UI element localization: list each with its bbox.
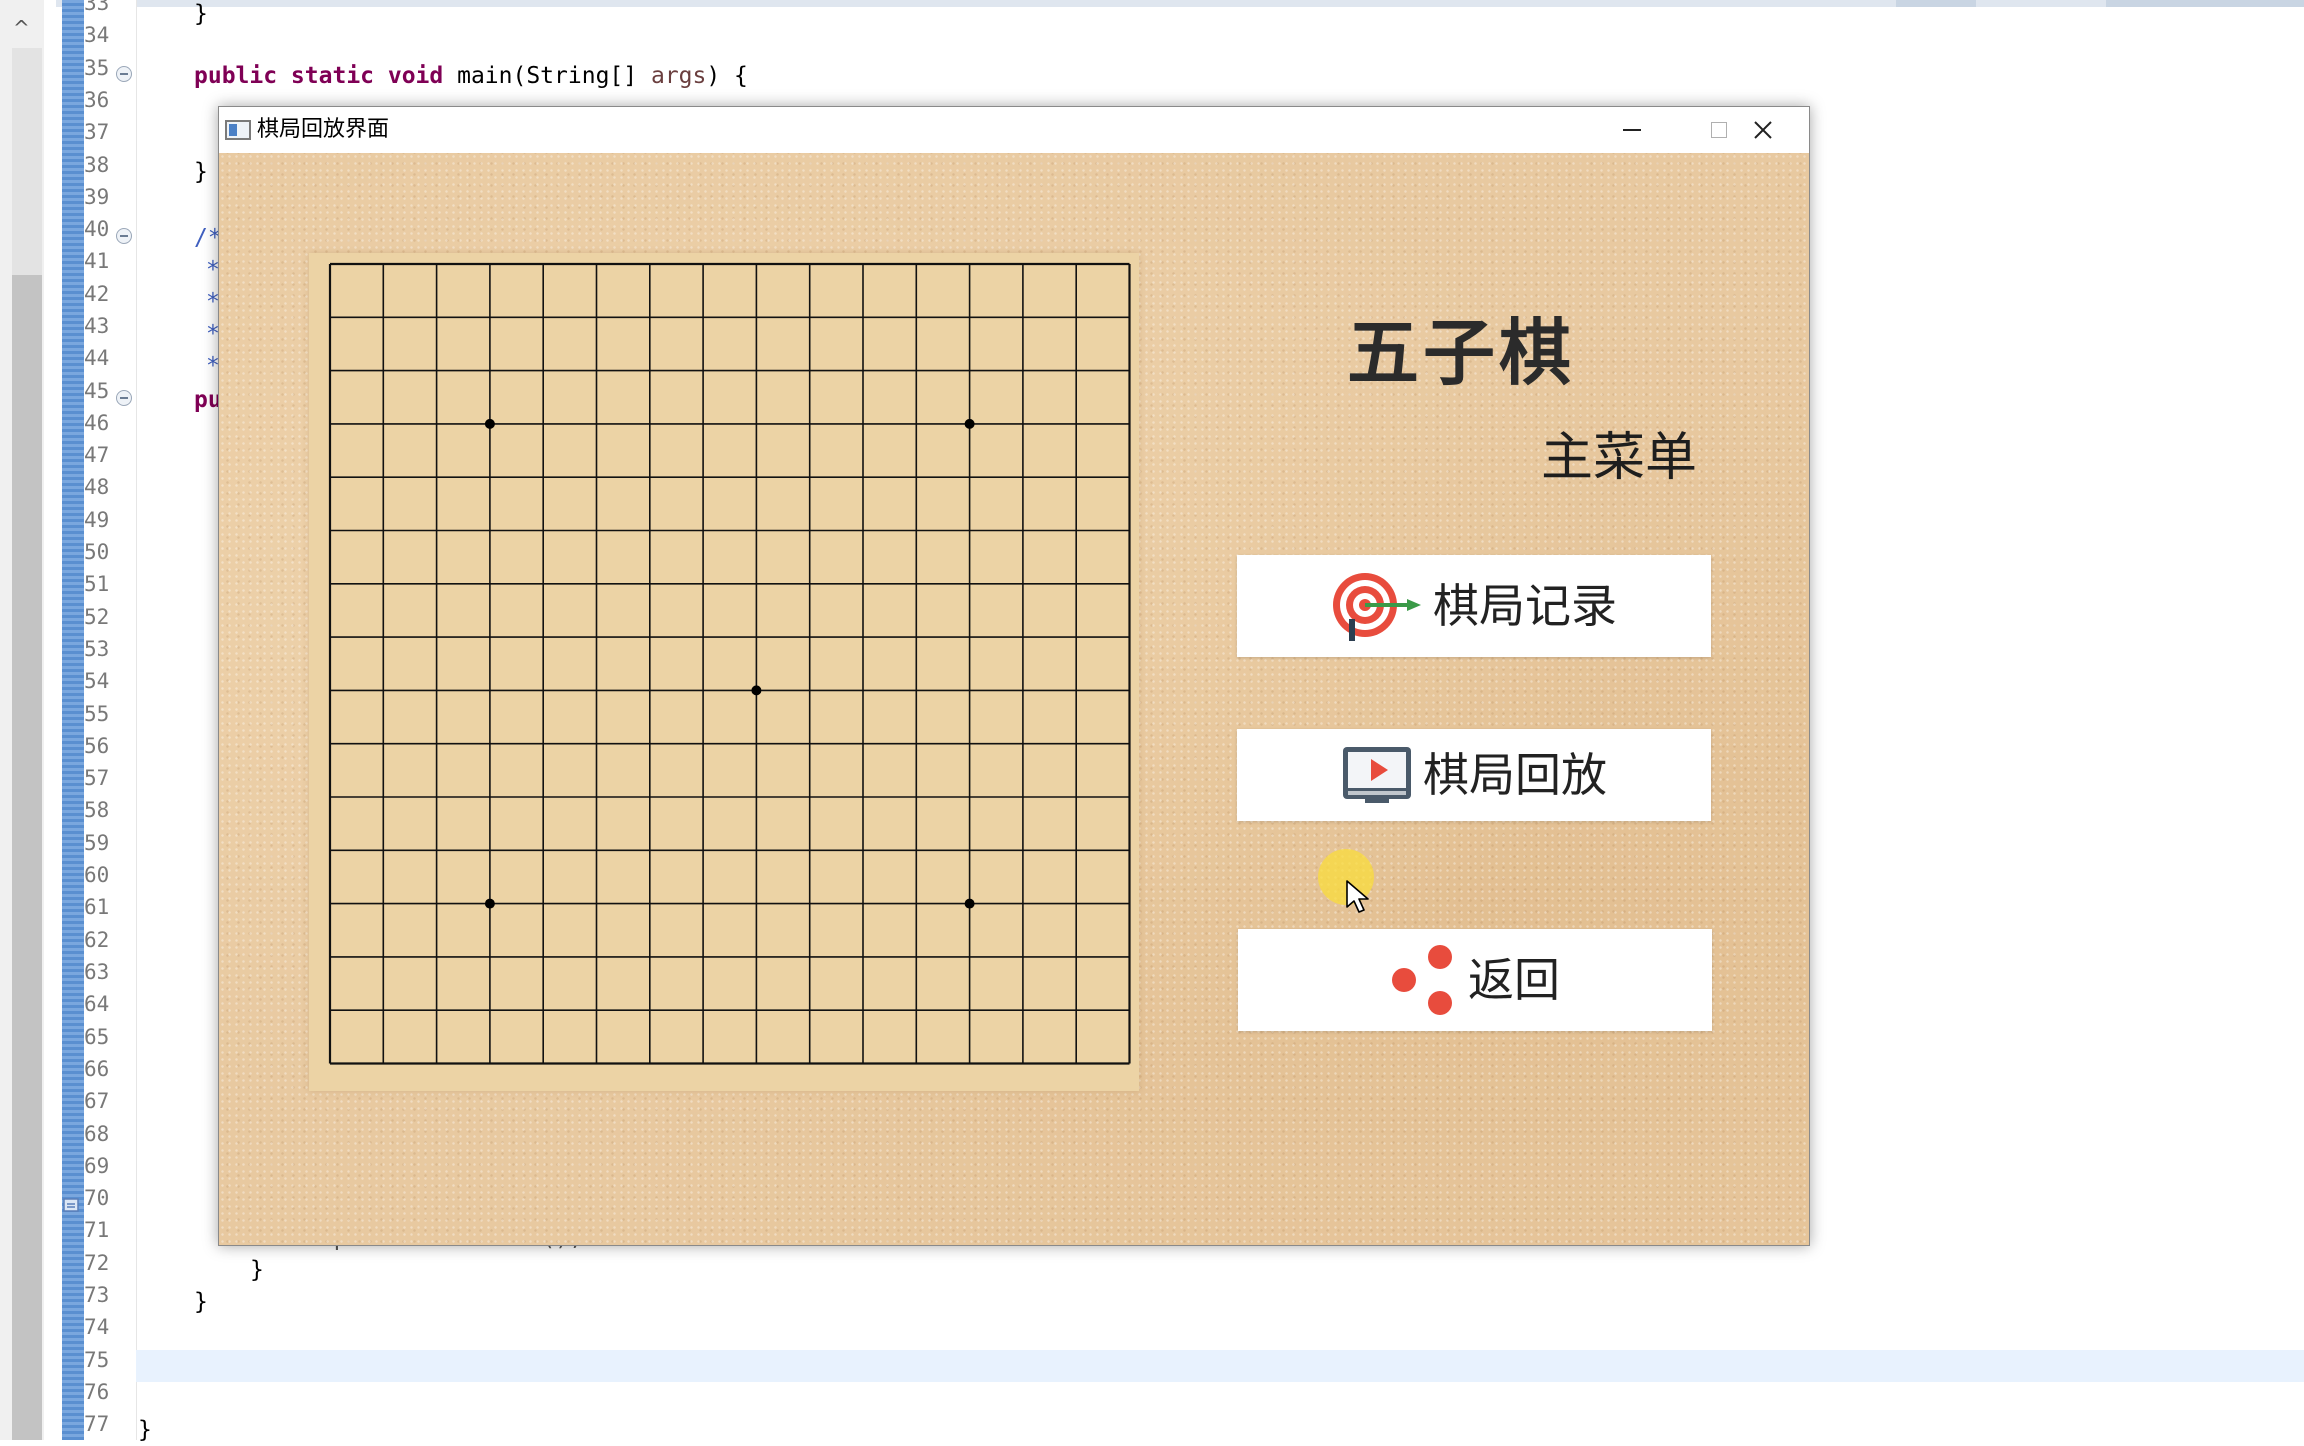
code-text: ) { bbox=[706, 63, 748, 89]
line-number: 53 bbox=[84, 637, 110, 661]
code-line-73[interactable]: } bbox=[194, 1286, 208, 1318]
line-number: 58 bbox=[84, 798, 110, 822]
scrollbar-thumb[interactable] bbox=[12, 275, 42, 1440]
fold-toggle-icon[interactable] bbox=[116, 228, 132, 244]
line-number: 59 bbox=[84, 831, 110, 855]
line-number: 57 bbox=[84, 766, 110, 790]
scroll-up-icon[interactable]: ^ bbox=[13, 16, 30, 40]
line-number: 64 bbox=[84, 992, 110, 1016]
close-button[interactable] bbox=[1719, 107, 1807, 153]
line-number: 68 bbox=[84, 1122, 110, 1146]
line-number: 65 bbox=[84, 1025, 110, 1049]
line-number: 74 bbox=[84, 1315, 110, 1339]
line-number: 77 bbox=[84, 1412, 110, 1436]
line-number: 56 bbox=[84, 734, 110, 758]
java-app-icon bbox=[225, 120, 251, 140]
close-icon bbox=[1754, 121, 1772, 139]
mouse-cursor-icon bbox=[1346, 880, 1369, 913]
line-number: 60 bbox=[84, 863, 110, 887]
code-line-72[interactable]: } bbox=[250, 1254, 264, 1286]
line-number: 61 bbox=[84, 895, 110, 919]
code-line-38[interactable]: } bbox=[194, 156, 208, 188]
minimize-button[interactable] bbox=[1587, 107, 1675, 153]
line-number: 46 bbox=[84, 411, 110, 435]
line-number: 67 bbox=[84, 1089, 110, 1113]
editor-tab-strip bbox=[56, 0, 2304, 7]
current-line-highlight bbox=[136, 1350, 2304, 1382]
window-content: 五子棋 主菜单 棋局记录 棋局回放 返回 bbox=[219, 153, 1809, 1245]
board-star-point bbox=[751, 685, 762, 696]
line-number: 47 bbox=[84, 443, 110, 467]
line-number: 37 bbox=[84, 120, 110, 144]
line-number: 70 bbox=[84, 1186, 110, 1210]
code-line-35[interactable]: public static void main(String[] args) { bbox=[194, 60, 748, 92]
line-number: 51 bbox=[84, 572, 110, 596]
line-number: 33 bbox=[84, 0, 110, 15]
video-play-icon bbox=[1343, 747, 1411, 803]
line-number: 76 bbox=[84, 1380, 110, 1404]
game-title: 五子棋 bbox=[1347, 310, 1576, 395]
line-number: 34 bbox=[84, 23, 110, 47]
line-number: 41 bbox=[84, 249, 110, 273]
line-number: 69 bbox=[84, 1154, 110, 1178]
line-number: 49 bbox=[84, 508, 110, 532]
menu-subtitle: 主菜单 bbox=[1541, 428, 1698, 488]
board-star-point bbox=[964, 898, 975, 909]
line-number: 54 bbox=[84, 669, 110, 693]
line-number: 73 bbox=[84, 1283, 110, 1307]
line-number: 50 bbox=[84, 540, 110, 564]
board-star-point bbox=[964, 418, 975, 429]
target-icon bbox=[1333, 573, 1421, 641]
line-number: 63 bbox=[84, 960, 110, 984]
minimize-icon bbox=[1623, 129, 1641, 131]
line-number: 75 bbox=[84, 1348, 110, 1372]
line-number: 52 bbox=[84, 605, 110, 629]
window-titlebar[interactable]: 棋局回放界面 bbox=[219, 107, 1809, 153]
line-number: 39 bbox=[84, 185, 110, 209]
game-replay-button[interactable]: 棋局回放 bbox=[1237, 729, 1711, 821]
line-number: 48 bbox=[84, 475, 110, 499]
line-number: 43 bbox=[84, 314, 110, 338]
line-number: 72 bbox=[84, 1251, 110, 1275]
line-number: 42 bbox=[84, 282, 110, 306]
line-number: 44 bbox=[84, 346, 110, 370]
line-number: 62 bbox=[84, 928, 110, 952]
change-ruler bbox=[62, 0, 84, 1440]
window-title: 棋局回放界面 bbox=[257, 117, 390, 142]
line-number: 66 bbox=[84, 1057, 110, 1081]
board-star-point bbox=[484, 418, 495, 429]
back-button[interactable]: 返回 bbox=[1238, 929, 1712, 1031]
line-number: 55 bbox=[84, 702, 110, 726]
code-param: args bbox=[650, 63, 707, 89]
game-record-button[interactable]: 棋局记录 bbox=[1237, 555, 1711, 657]
code-text: main(String[] bbox=[443, 63, 651, 89]
back-label: 返回 bbox=[1468, 953, 1560, 1007]
line-number: 38 bbox=[84, 153, 110, 177]
dots-icon bbox=[1392, 945, 1452, 1015]
line-number: 36 bbox=[84, 88, 110, 112]
game-replay-label: 棋局回放 bbox=[1423, 748, 1607, 802]
board-star-point bbox=[484, 898, 495, 909]
code-keyword: public static void bbox=[194, 63, 444, 89]
game-record-label: 棋局记录 bbox=[1433, 579, 1617, 633]
fold-toggle-icon[interactable] bbox=[116, 66, 132, 82]
fold-toggle-icon[interactable] bbox=[116, 390, 132, 406]
code-line-77[interactable]: } bbox=[138, 1414, 152, 1446]
line-number: 71 bbox=[84, 1218, 110, 1242]
code-line-33[interactable]: } bbox=[194, 0, 208, 30]
replay-window: 棋局回放界面 五子棋 主菜单 棋局记录 棋局回放 返回 bbox=[218, 106, 1810, 1246]
editor-vertical-scrollbar[interactable]: ^ bbox=[0, 0, 44, 1440]
quick-fix-marker-icon[interactable] bbox=[62, 1196, 82, 1214]
